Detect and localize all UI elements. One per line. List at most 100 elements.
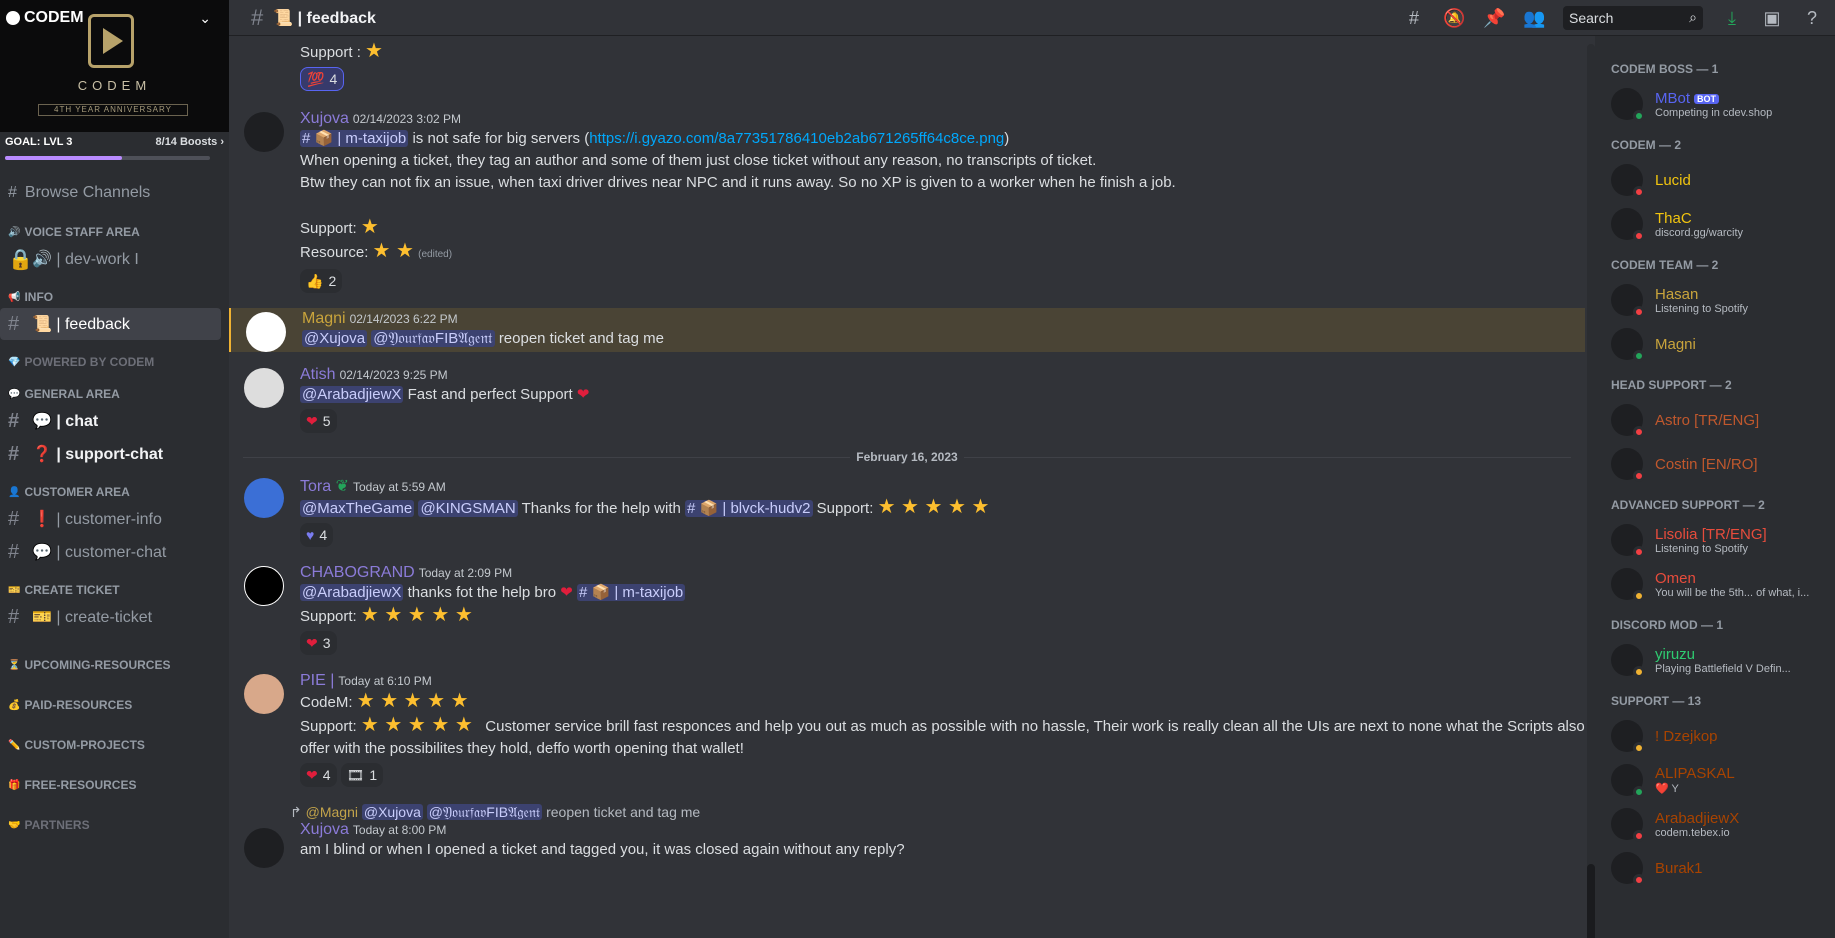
category-powered-by[interactable]: 💎 POWERED BY CODEM [0, 352, 229, 372]
channel-create-ticket[interactable]: # 🎫 | create-ticket [0, 601, 221, 633]
member-name: Hasan [1655, 285, 1699, 303]
hash-icon: # [8, 312, 20, 335]
reaction[interactable]: ♥ 4 [300, 523, 334, 547]
avatar[interactable] [244, 112, 284, 152]
reaction[interactable]: ❤ 4 [300, 763, 337, 787]
member-item[interactable]: ArabadjiewX codem.tebex.io [1611, 802, 1827, 846]
pin-icon[interactable]: 📌 [1483, 7, 1505, 29]
channel-customer-info[interactable]: # ❗ | customer-info [0, 503, 221, 535]
status-indicator [1633, 470, 1645, 482]
avatar[interactable] [244, 566, 284, 606]
reaction[interactable]: 💯 4 [300, 67, 345, 91]
mute-bell-icon[interactable]: 🔕 [1443, 7, 1465, 29]
category-partners[interactable]: 🤝 PARTNERS [0, 815, 229, 835]
timestamp: Today at 5:59 AM [352, 480, 446, 494]
username[interactable]: Xujova [300, 821, 349, 838]
user-mention[interactable]: @KINGSMAN [418, 500, 518, 517]
channel-customer-chat[interactable]: # 💬 | customer-chat [0, 536, 221, 568]
browse-channels-button[interactable]: # Browse Channels [0, 176, 229, 210]
user-mention[interactable]: @Xujova [302, 330, 368, 347]
user-mention[interactable]: @ArabadjiewX [300, 386, 404, 403]
member-item[interactable]: ThaC discord.gg/warcity [1611, 202, 1827, 246]
message-list[interactable]: Support : ★ 💯 4 Xujova 02/14/2023 3:02 PM … [229, 36, 1595, 938]
message-link[interactable]: https://i.gyazo.com/8a77351786410eb2ab67… [589, 130, 1004, 147]
channel-dev-work[interactable]: 🔒 🔊 | dev-work I [0, 243, 221, 275]
member-item[interactable]: Burak1 [1611, 846, 1827, 890]
avatar[interactable] [244, 674, 284, 714]
channel-mention[interactable]: # 📦 | m-taxijob [576, 584, 686, 601]
username[interactable]: CHABOGRAND [300, 564, 415, 581]
logo-subtitle: 4TH YEAR ANNIVERSARY [38, 104, 188, 116]
status-indicator [1633, 874, 1645, 886]
reaction[interactable]: ❤ 3 [300, 631, 337, 655]
member-name: Costin [EN/RO] [1655, 455, 1758, 473]
avatar[interactable] [246, 312, 286, 352]
avatar [1611, 764, 1645, 798]
category-custom[interactable]: ✏️ CUSTOM-PROJECTS [0, 735, 229, 755]
server-name[interactable]: CODEM [6, 9, 84, 27]
category-general[interactable]: 💬 GENERAL AREA [0, 384, 229, 404]
channel-chat[interactable]: # 💬 | chat [0, 405, 221, 437]
channel-support-chat[interactable]: # ❓ | support-chat [0, 438, 221, 470]
scrollbar[interactable] [1587, 44, 1595, 938]
category-free[interactable]: 🎁 FREE-RESOURCES [0, 775, 229, 795]
user-mention[interactable]: @MaxTheGame [300, 500, 415, 517]
search-input[interactable]: Search ⌕ [1563, 5, 1703, 30]
member-activity: Listening to Spotify [1655, 542, 1748, 555]
member-item[interactable]: Hasan Listening to Spotify [1611, 278, 1827, 322]
inbox-icon[interactable]: ▣ [1761, 7, 1783, 29]
category-voice-staff[interactable]: 🔊 VOICE STAFF AREA [0, 222, 229, 242]
member-item[interactable]: MBot BOT Competing in cdev.shop [1611, 82, 1827, 126]
member-item[interactable]: Costin [EN/RO] [1611, 442, 1827, 486]
channel-title: 📜 | feedback [273, 9, 376, 27]
avatar[interactable] [244, 478, 284, 518]
username[interactable]: Atish [300, 366, 336, 383]
category-create-ticket[interactable]: 🎫 CREATE TICKET [0, 580, 229, 600]
member-activity: You will be the 5th... of what, i... [1655, 586, 1810, 599]
member-item[interactable]: Astro [TR/ENG] [1611, 398, 1827, 442]
boost-goal[interactable]: GOAL: LVL 3 8/14 Boosts › [0, 132, 229, 170]
avatar[interactable] [244, 368, 284, 408]
username[interactable]: Tora [300, 478, 331, 495]
reaction[interactable]: 👍 2 [300, 269, 343, 293]
reaction[interactable]: 🎞 1 [340, 763, 384, 787]
message: Xujova 02/14/2023 3:02 PM # 📦 | m-taxijob… [229, 108, 1585, 298]
username[interactable]: Magni [302, 310, 346, 327]
status-indicator [1633, 186, 1645, 198]
username[interactable]: Xujova [300, 110, 349, 127]
category-customer[interactable]: 👤 CUSTOMER AREA [0, 482, 229, 502]
member-name: Magni [1655, 335, 1696, 353]
member-item[interactable]: Lucid [1611, 158, 1827, 202]
reaction[interactable]: ❤ 5 [300, 409, 337, 433]
money-icon: 💰 [8, 699, 21, 711]
threads-icon[interactable]: # [1403, 7, 1425, 29]
username[interactable]: PIE | [300, 672, 334, 689]
member-item[interactable]: ! Dzejkop [1611, 714, 1827, 758]
member-item[interactable]: yiruzu Playing Battlefield V Defin... [1611, 638, 1827, 682]
channel-mention[interactable]: # 📦 | blvck-hudv2 [685, 500, 813, 517]
user-mention[interactable]: @ArabadjiewX [300, 584, 404, 601]
member-item[interactable]: Omen You will be the 5th... of what, i... [1611, 562, 1827, 606]
category-info[interactable]: 📢 INFO [0, 287, 229, 307]
gem-icon: 💎 [8, 356, 21, 368]
channel-mention[interactable]: # 📦 | m-taxijob [300, 130, 409, 147]
avatar [1611, 644, 1645, 678]
server-banner[interactable]: CODEM ⌄ CODEM 4TH YEAR ANNIVERSARY [0, 0, 229, 132]
member-item[interactable]: Magni [1611, 322, 1827, 366]
chevron-down-icon[interactable]: ⌄ [199, 10, 211, 27]
category-upcoming[interactable]: ⏳ UPCOMING-RESOURCES [0, 655, 229, 675]
help-icon[interactable]: ? [1801, 7, 1823, 29]
category-paid[interactable]: 💰 PAID-RESOURCES [0, 695, 229, 715]
channel-feedback[interactable]: # 📜 | feedback [0, 308, 221, 340]
avatar[interactable] [244, 828, 284, 868]
member-item[interactable]: Lisolia [TR/ENG] Listening to Spotify [1611, 518, 1827, 562]
member-list-icon[interactable]: 👥 [1523, 7, 1545, 29]
goal-label: GOAL: LVL 3 [5, 136, 73, 148]
member-item[interactable]: ALIPASKAL ❤️ Y [1611, 758, 1827, 802]
user-mention[interactable]: @𝔜𝔬𝔲𝔯𝔣𝔞𝔳FIB𝔄𝔤𝔢𝔫𝔱 [371, 330, 495, 347]
hash-icon: # [8, 507, 20, 530]
reply-preview[interactable]: ↱ @Magni @Xujova @𝔜𝔬𝔲𝔯𝔣𝔞𝔳FIB𝔄𝔤𝔢𝔫𝔱 reopen… [290, 804, 1585, 821]
download-icon[interactable]: ⤓ [1721, 7, 1743, 29]
member-name: Burak1 [1655, 859, 1703, 877]
member-name: ! Dzejkop [1655, 727, 1718, 745]
